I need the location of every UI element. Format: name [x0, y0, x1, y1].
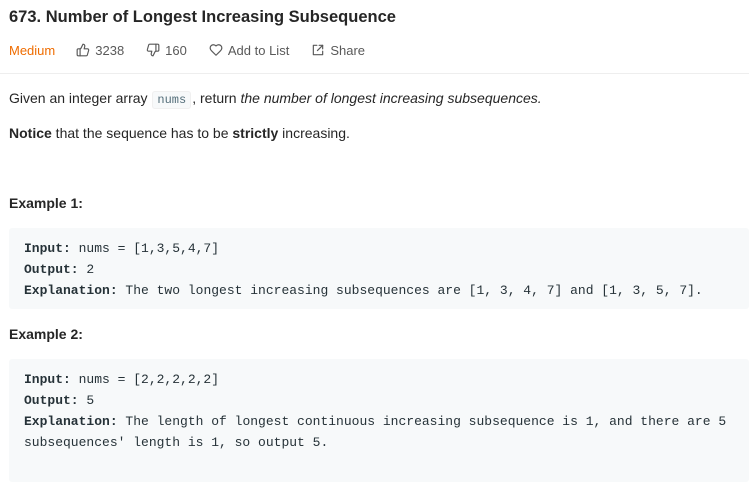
description-text: , return	[192, 90, 241, 106]
notice-paragraph: Notice that the sequence has to be stric…	[9, 125, 350, 141]
notice-text: that the sequence has to be	[51, 125, 233, 141]
explanation-value: The length of longest continuous increas…	[24, 414, 727, 450]
input-label: Input:	[24, 372, 71, 387]
input-label: Input:	[24, 241, 71, 256]
like-count: 3238	[95, 42, 125, 58]
example-output-line: Output: 2	[24, 259, 749, 280]
output-label: Output:	[24, 393, 79, 408]
share-icon	[313, 44, 324, 56]
like-button[interactable]: 3238	[76, 43, 124, 58]
heart-icon	[209, 44, 223, 56]
problem-meta-bar: Medium 3238 160 Add to List Share	[9, 40, 365, 60]
example-output-line: Output: 5	[24, 390, 749, 411]
input-value: nums = [2,2,2,2,2]	[70, 372, 220, 387]
share-label: Share	[330, 42, 366, 58]
thumbs-up-icon	[76, 43, 90, 57]
add-to-list-label: Add to List	[227, 42, 290, 58]
output-label: Output:	[24, 262, 79, 277]
add-to-list-button[interactable]: Add to List	[209, 43, 289, 58]
example-1-code-block: Input: nums = [1,3,5,4,7] Output: 2 Expl…	[9, 228, 749, 309]
problem-title: 673. Number of Longest Increasing Subseq…	[9, 8, 396, 26]
explanation-value: The two longest increasing subsequences …	[117, 283, 703, 298]
thumbs-down-icon	[146, 43, 160, 57]
explanation-label: Explanation:	[24, 414, 118, 429]
example-2-heading: Example 2:	[9, 326, 83, 342]
description-text: Given an integer array	[9, 90, 152, 106]
input-value: nums = [1,3,5,4,7]	[70, 241, 220, 256]
example-input-line: Input: nums = [1,3,5,4,7]	[24, 238, 749, 259]
dislike-button[interactable]: 160	[146, 43, 187, 58]
example-explanation-line: Explanation: The length of longest conti…	[24, 411, 749, 453]
example-explanation-line: Explanation: The two longest increasing …	[24, 280, 749, 301]
description-paragraph: Given an integer array nums, return the …	[9, 90, 542, 109]
output-value: 2	[78, 262, 95, 277]
output-value: 5	[78, 393, 95, 408]
strictly-strong: strictly	[232, 125, 279, 141]
example-1-heading: Example 1:	[9, 195, 83, 211]
example-2-code-block: Input: nums = [2,2,2,2,2] Output: 5 Expl…	[9, 359, 749, 482]
explanation-label: Explanation:	[24, 283, 118, 298]
header-divider	[0, 73, 749, 74]
notice-strong: Notice	[9, 125, 52, 141]
share-button[interactable]: Share	[311, 43, 365, 58]
dislike-count: 160	[165, 42, 187, 58]
notice-text: increasing.	[278, 125, 350, 141]
example-input-line: Input: nums = [2,2,2,2,2]	[24, 369, 749, 390]
inline-code-nums: nums	[152, 91, 192, 109]
difficulty-badge: Medium	[9, 42, 56, 58]
description-emphasis: the number of longest increasing subsequ…	[240, 90, 542, 106]
